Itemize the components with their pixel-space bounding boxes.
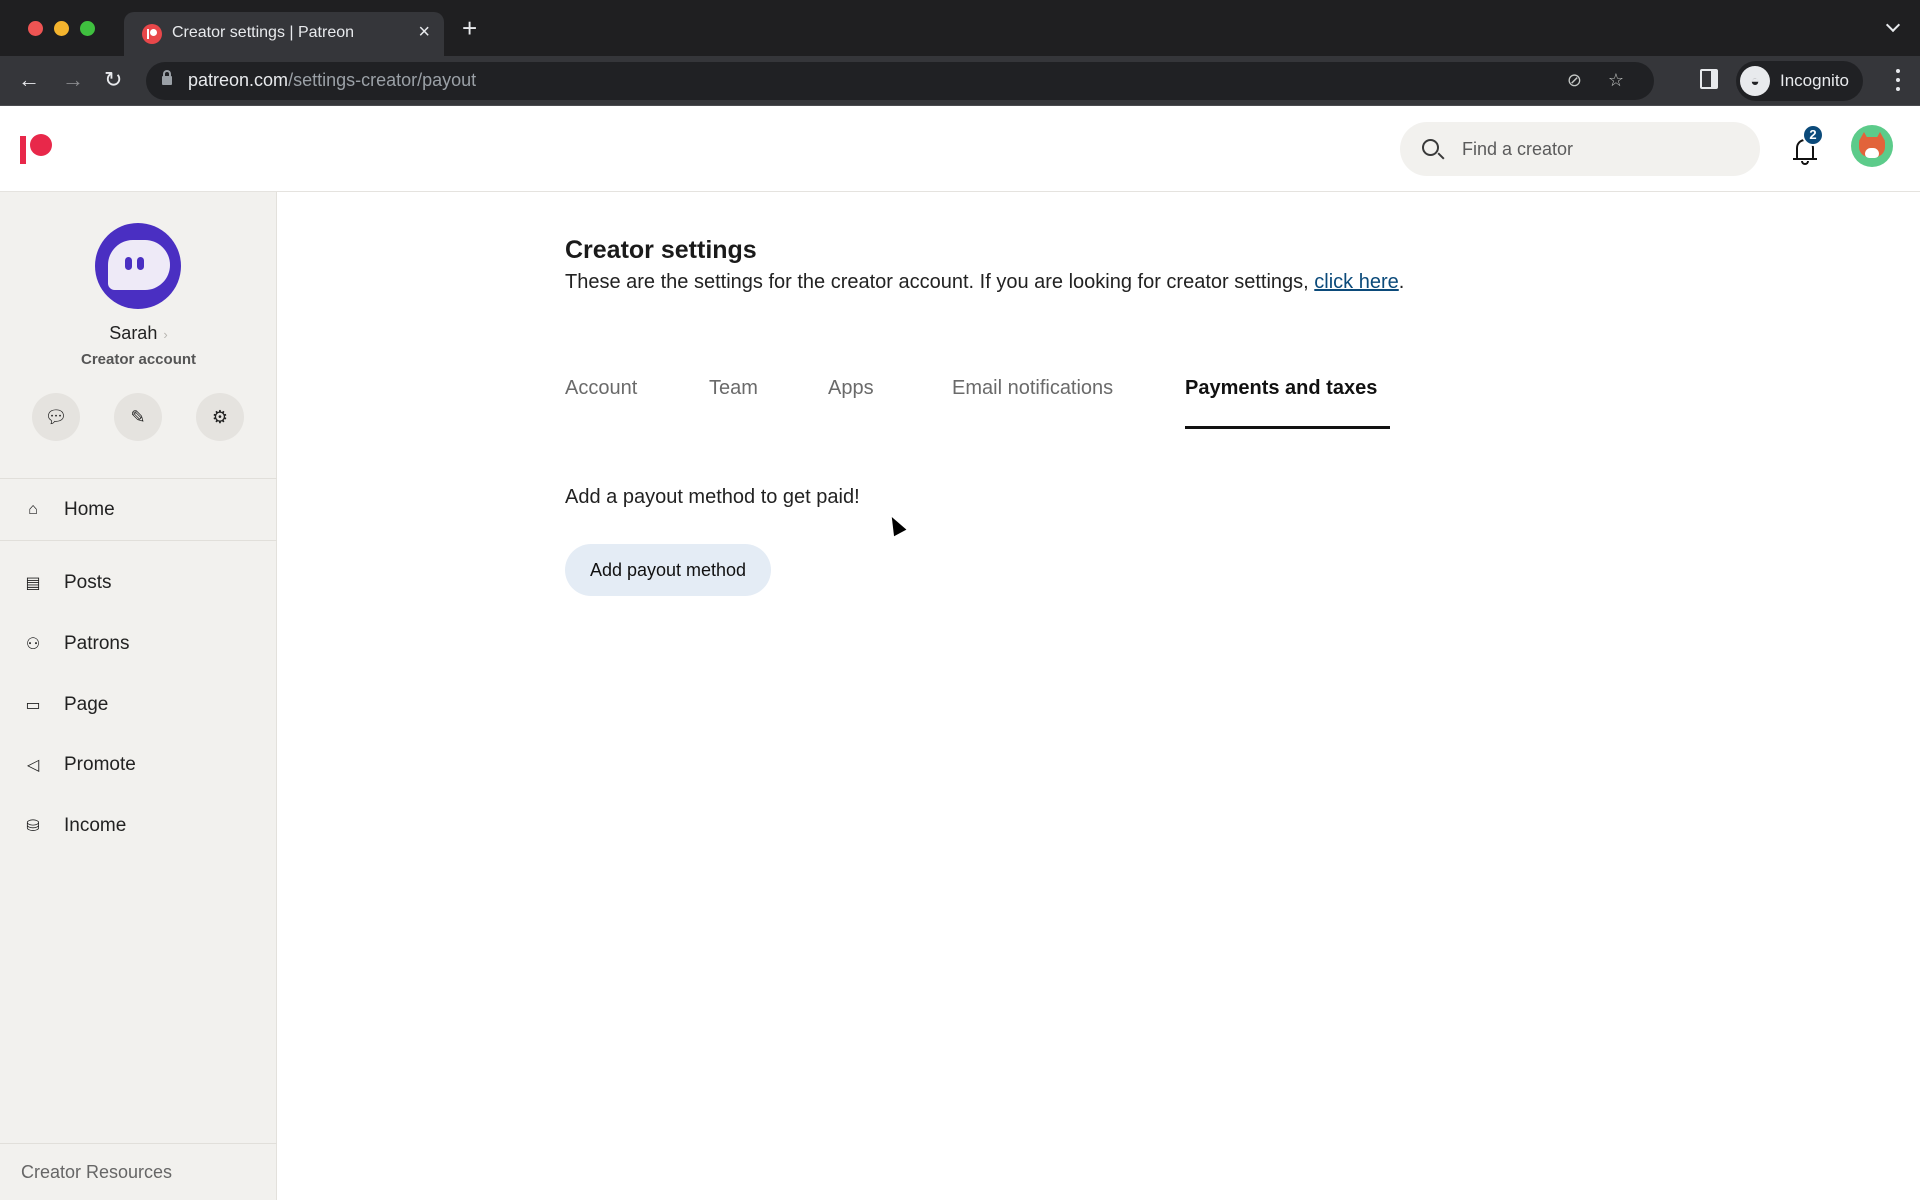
tab-account[interactable]: Account (565, 377, 637, 400)
close-window-button[interactable] (28, 21, 43, 36)
sidebar-item-posts[interactable]: ▤ Posts (0, 558, 277, 608)
side-panel-icon[interactable] (1700, 69, 1718, 89)
bell-base (1793, 158, 1817, 160)
sidebar-item-label: Page (64, 694, 109, 715)
click-here-link[interactable]: click here (1314, 271, 1398, 293)
sidebar: Sarah › Creator account 💬︎ ✎ ⚙ ⌂ Home ▤ P… (0, 192, 277, 1200)
settings-button[interactable]: ⚙ (196, 393, 244, 441)
notification-badge: 2 (1802, 124, 1824, 146)
incognito-profile-button[interactable]: ◒ Incognito (1736, 61, 1863, 101)
search-icon (1422, 139, 1439, 156)
url-text[interactable]: patreon.com/settings-creator/payout (188, 70, 476, 91)
kebab-menu-icon[interactable] (1896, 69, 1900, 91)
bell-clapper (1801, 161, 1809, 165)
sidebar-item-promote[interactable]: ◁ Promote (0, 740, 277, 790)
address-bar[interactable]: patreon.com/settings-creator/payout ⊘ ☆ (146, 62, 1654, 100)
fox-muzzle (1865, 148, 1879, 158)
url-host: patreon.com (188, 70, 289, 90)
patreon-logo[interactable] (20, 134, 56, 166)
add-payout-method-button[interactable]: Add payout method (565, 544, 771, 596)
edit-icon: ✎ (130, 406, 146, 427)
sidebar-item-label: Posts (64, 572, 112, 593)
maximize-window-button[interactable] (80, 21, 95, 36)
patrons-icon: ⚇ (25, 636, 41, 653)
sidebar-item-label: Patrons (64, 633, 130, 654)
tab-team[interactable]: Team (709, 377, 758, 400)
gear-icon: ⚙ (211, 406, 229, 427)
ghost-eye (137, 257, 144, 270)
creator-search[interactable] (1400, 122, 1760, 176)
coins-icon: ⛁ (26, 818, 40, 835)
logo-dot (30, 134, 52, 156)
edit-button[interactable]: ✎ (114, 393, 162, 441)
logo-bar (20, 136, 26, 164)
chat-bubbles-icon: 💬︎ (44, 406, 68, 427)
tab-payments-and-taxes[interactable]: Payments and taxes (1185, 377, 1377, 400)
reload-icon[interactable]: ↻ (104, 67, 122, 93)
profile-name: Sarah (109, 323, 158, 343)
chevron-right-icon: › (163, 327, 168, 342)
app-header: 2 (0, 106, 1920, 192)
profile-name-link[interactable]: Sarah › (0, 323, 277, 344)
profile-avatar[interactable] (95, 223, 181, 309)
posts-icon: ▤ (25, 575, 41, 592)
home-icon: ⌂ (28, 501, 38, 518)
url-path: /settings-creator/payout (288, 70, 477, 90)
subtitle-end: . (1398, 271, 1405, 293)
main-content: Creator settings These are the settings … (278, 192, 1920, 1200)
forward-icon[interactable]: → (62, 67, 84, 93)
tab-title: Creator settings | Patreon (172, 24, 355, 41)
eye-off-icon[interactable]: ⊘ (1567, 70, 1582, 91)
back-icon[interactable]: ← (18, 67, 40, 93)
sidebar-item-label: Promote (64, 754, 136, 775)
sidebar-item-home[interactable]: ⌂ Home (0, 485, 277, 535)
tab-search-chevron-icon[interactable] (1885, 17, 1901, 33)
creator-resources-link[interactable]: Creator Resources (21, 1162, 172, 1183)
megaphone-icon: ◁ (26, 757, 40, 774)
browser-toolbar: ← → ↻ patreon.com/settings-creator/payou… (0, 56, 1920, 106)
lock-icon[interactable] (162, 70, 172, 85)
browser-tab[interactable]: Creator settings | Patreon × (124, 12, 444, 56)
active-tab-indicator (1185, 426, 1390, 429)
search-input[interactable] (1462, 122, 1742, 176)
sidebar-divider (0, 1143, 277, 1144)
incognito-icon: ◒ (1740, 66, 1770, 96)
browser-chrome: Creator settings | Patreon × + ← → ↻ pat… (0, 0, 1920, 106)
new-tab-button[interactable]: + (462, 15, 477, 41)
sidebar-divider (0, 540, 277, 541)
page-title: Creator settings (565, 236, 757, 264)
page-icon: ▭ (25, 697, 41, 714)
sidebar-item-label: Home (64, 499, 115, 520)
close-tab-icon[interactable]: × (418, 21, 430, 44)
user-avatar[interactable] (1851, 125, 1893, 167)
page-subtitle: These are the settings for the creator a… (565, 271, 1404, 294)
sidebar-divider (0, 478, 277, 479)
tab-email-notifications[interactable]: Email notifications (952, 377, 1113, 400)
incognito-label: Incognito (1780, 71, 1849, 90)
star-icon[interactable]: ☆ (1608, 70, 1624, 91)
sidebar-item-page[interactable]: ▭ Page (0, 680, 277, 730)
profile-role: Creator account (80, 351, 197, 368)
tab-strip: Creator settings | Patreon × + (0, 0, 1920, 56)
subtitle-text: These are the settings for the creator a… (565, 271, 1315, 293)
patreon-favicon-icon (142, 24, 162, 44)
ghost-eye (125, 257, 132, 270)
ghost-avatar-icon (108, 240, 170, 290)
sidebar-item-patrons[interactable]: ⚇ Patrons (0, 619, 277, 669)
sidebar-item-label: Income (64, 815, 127, 836)
minimize-window-button[interactable] (54, 21, 69, 36)
sidebar-item-income[interactable]: ⛁ Income (0, 801, 277, 851)
messages-button[interactable]: 💬︎ (32, 393, 80, 441)
tab-apps[interactable]: Apps (828, 377, 874, 400)
payout-message: Add a payout method to get paid! (565, 486, 860, 508)
